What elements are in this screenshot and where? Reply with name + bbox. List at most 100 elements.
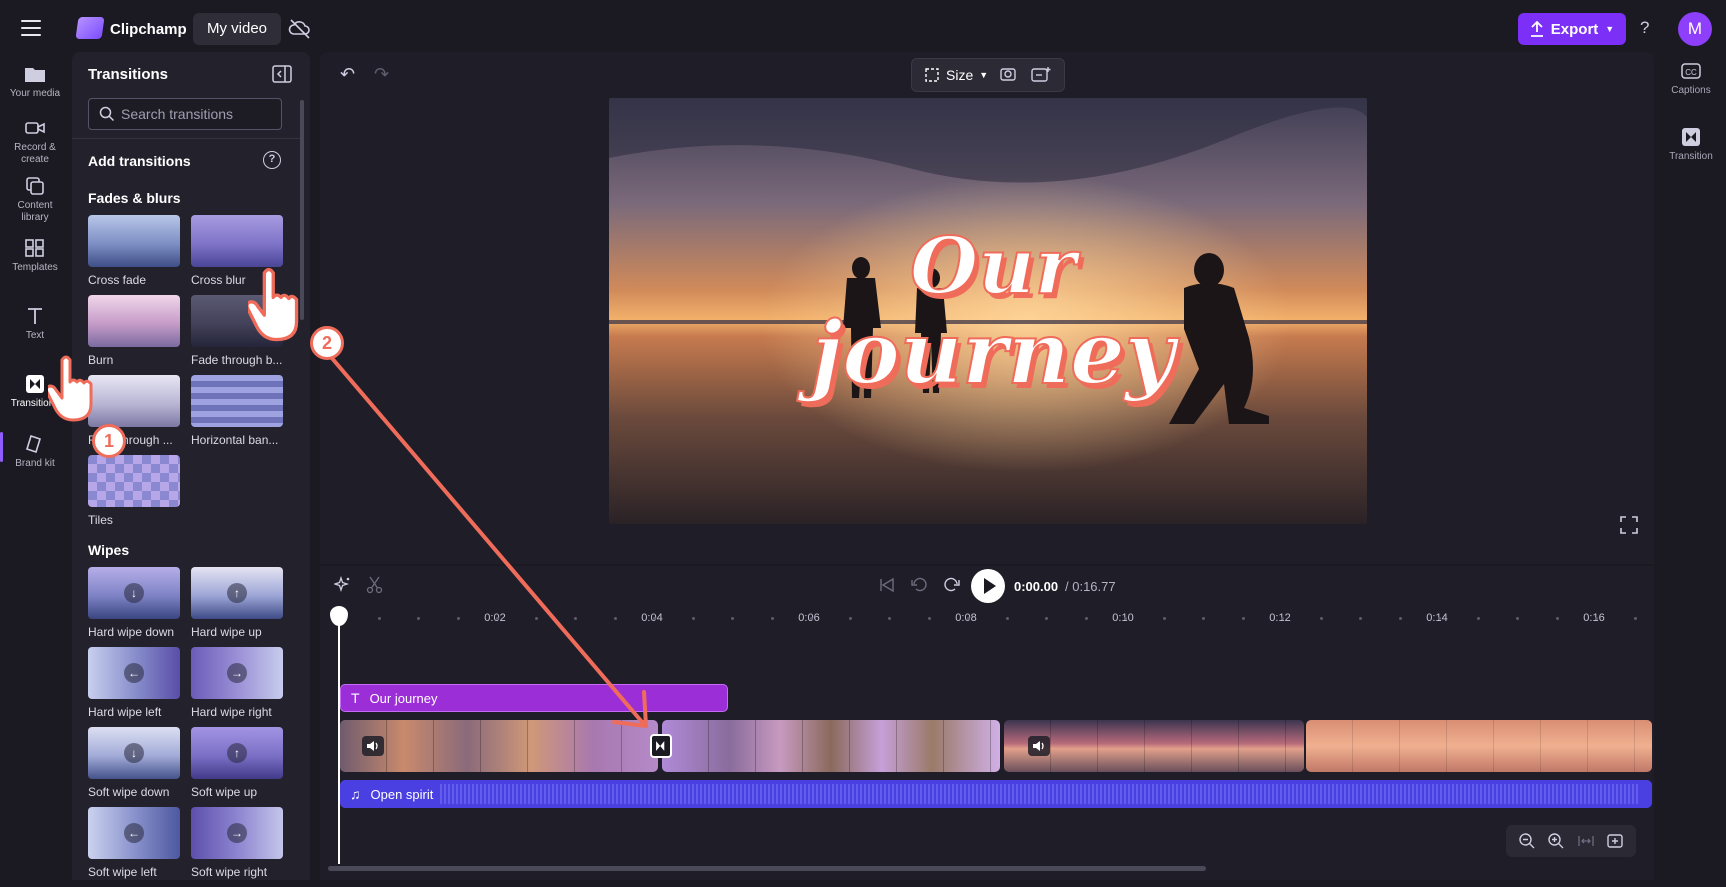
rnav-label: Captions <box>1671 85 1711 96</box>
zoom-controls <box>1506 825 1636 857</box>
ruler-dot <box>495 617 499 620</box>
scissors-icon[interactable] <box>366 576 384 594</box>
help-icon[interactable]: ? <box>263 151 281 169</box>
captions-icon: CC <box>1681 63 1701 79</box>
ruler-dot <box>1006 617 1009 620</box>
help-button[interactable]: ? <box>1640 18 1649 38</box>
ruler-dot <box>1398 617 1402 620</box>
transition-hard-wipe-up[interactable]: ↑ Hard wipe up <box>191 567 283 647</box>
forward-5-icon[interactable] <box>943 576 961 594</box>
transition-label: Cross fade <box>88 273 147 287</box>
arrow-left-icon: ← <box>124 823 144 843</box>
ruler-dot <box>1280 617 1284 620</box>
transition-tab[interactable]: Transition <box>1656 128 1726 162</box>
search-input[interactable] <box>121 106 271 122</box>
transition-tiles[interactable]: Tiles <box>88 455 180 535</box>
project-name-tab[interactable]: My video <box>193 13 282 45</box>
fit-to-width-icon[interactable] <box>1577 832 1595 850</box>
nav-content-library[interactable]: Content library <box>0 176 70 224</box>
hand-cursor-icon <box>48 355 93 422</box>
timeline-scrollbar[interactable] <box>328 866 1206 871</box>
avatar[interactable]: M <box>1678 12 1712 46</box>
magic-sparkle-icon[interactable] <box>334 576 352 594</box>
hand-cursor-icon <box>248 267 299 342</box>
nav-templates[interactable]: Templates <box>0 238 70 274</box>
thumbnail: → <box>191 647 283 699</box>
search-field[interactable] <box>88 98 282 130</box>
left-nav: Your media Record & create Content libra… <box>0 56 70 880</box>
speaker-icon[interactable] <box>362 736 384 756</box>
arrow-left-icon: ← <box>124 663 144 683</box>
transition-soft-wipe-down[interactable]: ↓ Soft wipe down <box>88 727 180 807</box>
transition-label: Hard wipe up <box>191 625 262 639</box>
svg-text:journey: journey <box>796 303 1180 404</box>
transition-hard-wipe-down[interactable]: ↓ Hard wipe down <box>88 567 180 647</box>
cloud-offline-icon[interactable] <box>288 18 312 40</box>
nav-label: Text <box>25 330 45 341</box>
captions-add-icon[interactable] <box>1030 66 1052 84</box>
size-button[interactable]: Size ▼ <box>912 67 988 83</box>
divider <box>72 138 302 139</box>
svg-text:CC: CC <box>1685 68 1697 77</box>
clipchamp-logo-icon <box>75 17 105 39</box>
transition-label: Soft wipe up <box>191 785 258 799</box>
nav-label: Your media <box>9 88 61 99</box>
playhead[interactable] <box>338 612 340 864</box>
nav-text[interactable]: Text <box>0 306 70 342</box>
transition-label: Soft wipe right <box>191 865 268 879</box>
collapse-panel-icon[interactable] <box>272 65 292 83</box>
nav-your-media[interactable]: Your media <box>0 64 70 100</box>
redo-icon[interactable]: ↷ <box>374 64 389 85</box>
text-icon <box>28 308 42 324</box>
transition-icon <box>1682 128 1700 146</box>
rewind-5-icon[interactable] <box>910 576 928 594</box>
nav-brand-kit[interactable]: Brand kit <box>0 434 70 470</box>
video-preview[interactable]: Our Our journey journey <box>609 98 1367 524</box>
top-bar: Clipchamp My video Export ▼ ? M <box>0 0 1726 56</box>
export-button[interactable]: Export ▼ <box>1518 13 1626 45</box>
zoom-out-icon[interactable] <box>1518 832 1536 850</box>
speaker-icon[interactable] <box>1028 736 1050 756</box>
video-clip-3[interactable] <box>1004 720 1304 772</box>
thumbnail: ← <box>88 807 180 859</box>
transition-hard-wipe-left[interactable]: ← Hard wipe left <box>88 647 180 727</box>
skip-back-icon[interactable] <box>878 576 896 594</box>
preview-toolbar: Size ▼ <box>911 58 1065 92</box>
nav-record-create[interactable]: Record & create <box>0 118 70 166</box>
transition-drop-marker-icon[interactable] <box>650 734 672 758</box>
add-transitions-heading: Add transitions <box>88 153 191 169</box>
video-clip-1[interactable] <box>340 720 658 772</box>
ruler-dot <box>1320 617 1323 620</box>
transition-soft-wipe-right[interactable]: → Soft wipe right <box>191 807 283 887</box>
size-label: Size <box>946 67 974 83</box>
transition-label: Horizontal ban... <box>191 433 279 447</box>
zoom-in-icon[interactable] <box>1547 832 1565 850</box>
play-button[interactable] <box>971 569 1005 603</box>
thumbnail: ↓ <box>88 727 180 779</box>
text-clip-label: Our journey <box>369 690 438 706</box>
nav-label: Record & create <box>14 142 56 165</box>
transition-label: Hard wipe down <box>88 625 175 639</box>
text-clip[interactable]: T Our journey <box>340 684 728 712</box>
thumbnail: → <box>191 807 283 859</box>
transition-horizontal-banding[interactable]: Horizontal ban... <box>191 375 283 455</box>
video-clip-2[interactable] <box>662 720 1000 772</box>
arrow-up-icon: ↑ <box>227 583 247 603</box>
menu-icon[interactable] <box>18 16 44 40</box>
captions-tab[interactable]: CC Captions <box>1656 62 1726 96</box>
transition-soft-wipe-up[interactable]: ↑ Soft wipe up <box>191 727 283 807</box>
rnav-label: Transition <box>1669 151 1713 162</box>
waveform <box>440 784 1640 804</box>
audio-clip[interactable]: ♫ Open spirit <box>340 780 1652 808</box>
expand-timeline-icon[interactable] <box>1606 832 1624 850</box>
transition-cross-fade[interactable]: Cross fade <box>88 215 180 295</box>
background-remover-icon[interactable] <box>998 66 1020 84</box>
transition-hard-wipe-right[interactable]: → Hard wipe right <box>191 647 283 727</box>
thumbnail: ↑ <box>191 727 283 779</box>
transition-soft-wipe-left[interactable]: ← Soft wipe left <box>88 807 180 887</box>
ruler-dot <box>809 617 813 620</box>
video-clip-4[interactable] <box>1306 720 1652 772</box>
thumbnail <box>191 375 283 427</box>
undo-icon[interactable]: ↶ <box>340 64 355 85</box>
fullscreen-icon[interactable] <box>1620 516 1638 534</box>
